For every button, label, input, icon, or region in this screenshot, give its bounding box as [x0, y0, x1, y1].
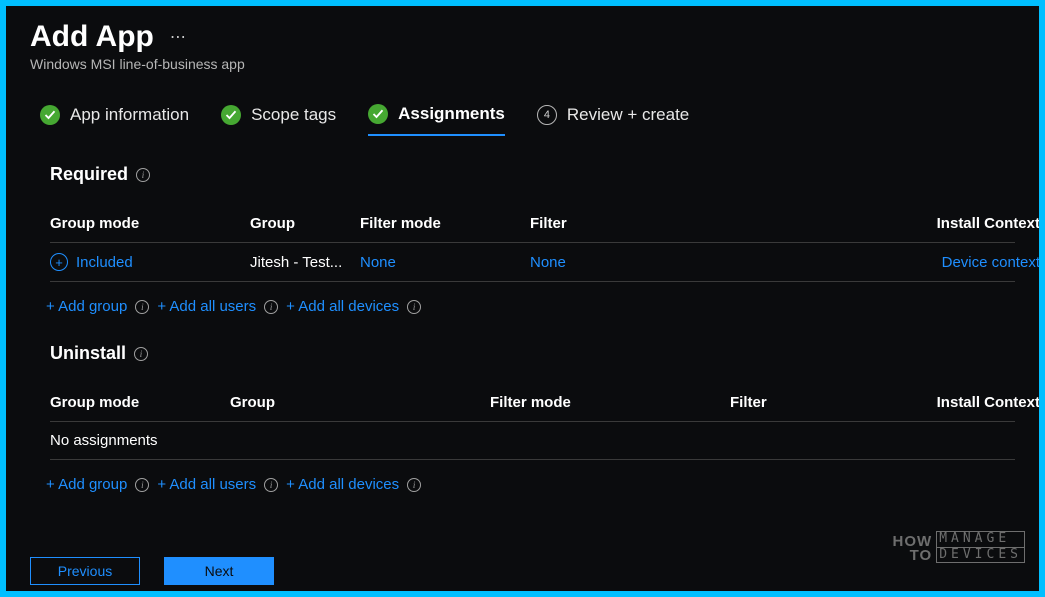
check-icon: [368, 104, 388, 124]
page-subtitle: Windows MSI line-of-business app: [30, 56, 1015, 72]
col-group-mode: Group mode: [50, 394, 230, 411]
section-title: Required: [50, 164, 128, 185]
add-all-users-link[interactable]: + Add all users: [157, 298, 256, 315]
check-icon: [221, 105, 241, 125]
watermark-howto: HOW TO: [893, 535, 933, 564]
add-app-panel: Add App ⋯ Windows MSI line-of-business a…: [6, 6, 1039, 591]
info-icon[interactable]: i: [135, 300, 149, 314]
cell-install-context[interactable]: Device context: [910, 254, 1039, 271]
col-filter: Filter: [730, 394, 910, 411]
col-filter-mode: Filter mode: [490, 394, 730, 411]
page-title: Add App: [30, 20, 154, 54]
stepper: App information Scope tags Assignments 4…: [40, 104, 1015, 136]
cell-group: Jitesh - Test...: [250, 254, 360, 271]
info-icon[interactable]: i: [135, 478, 149, 492]
cell-filter-mode[interactable]: None: [360, 254, 530, 271]
step-label: Assignments: [398, 104, 505, 124]
col-group-mode: Group mode: [50, 215, 250, 232]
section-title: Uninstall: [50, 343, 126, 364]
previous-button[interactable]: Previous: [30, 557, 140, 585]
header: Add App ⋯: [30, 20, 1015, 54]
required-table: Group mode Group Filter mode Filter Inst…: [50, 205, 1015, 282]
group-mode-label: Included: [76, 254, 133, 271]
step-app-information[interactable]: App information: [40, 104, 189, 136]
wm-manage: MANAGE: [936, 531, 1025, 546]
uninstall-table: Group mode Group Filter mode Filter Inst…: [50, 384, 1015, 422]
info-icon[interactable]: i: [264, 478, 278, 492]
table-row[interactable]: + Included Jitesh - Test... None None De…: [50, 243, 1015, 282]
required-add-links: + Add group i + Add all users i + Add al…: [46, 298, 1015, 315]
col-filter: Filter: [530, 215, 910, 232]
add-all-devices-link[interactable]: + Add all devices: [286, 298, 399, 315]
footer: Previous Next: [30, 557, 274, 585]
watermark: HOW TO MANAGE DEVICES: [893, 531, 1025, 563]
col-group: Group: [250, 215, 360, 232]
table-header: Group mode Group Filter mode Filter Inst…: [50, 384, 1015, 422]
cell-filter[interactable]: None: [530, 254, 910, 271]
col-filter-mode: Filter mode: [360, 215, 530, 232]
add-all-devices-link[interactable]: + Add all devices: [286, 476, 399, 493]
watermark-box: MANAGE DEVICES: [936, 531, 1025, 563]
add-all-users-link[interactable]: + Add all users: [157, 476, 256, 493]
step-label: App information: [70, 105, 189, 125]
step-scope-tags[interactable]: Scope tags: [221, 104, 336, 136]
more-icon[interactable]: ⋯: [170, 27, 188, 47]
next-button[interactable]: Next: [164, 557, 274, 585]
add-group-link[interactable]: + Add group: [46, 298, 127, 315]
info-icon[interactable]: i: [407, 300, 421, 314]
col-group: Group: [230, 394, 490, 411]
uninstall-add-links: + Add group i + Add all users i + Add al…: [46, 476, 1015, 493]
no-assignments-text: No assignments: [50, 422, 1015, 460]
wm-devices: DEVICES: [936, 547, 1025, 563]
add-group-link[interactable]: + Add group: [46, 476, 127, 493]
info-icon[interactable]: i: [136, 168, 150, 182]
cell-group-mode[interactable]: + Included: [50, 253, 250, 271]
step-assignments[interactable]: Assignments: [368, 104, 505, 136]
step-label: Review + create: [567, 105, 689, 125]
table-header: Group mode Group Filter mode Filter Inst…: [50, 205, 1015, 243]
check-icon: [40, 105, 60, 125]
col-install-context: Install Context: [910, 215, 1039, 232]
col-install-context: Install Context: [910, 394, 1039, 411]
info-icon[interactable]: i: [407, 478, 421, 492]
info-icon[interactable]: i: [264, 300, 278, 314]
step-number-icon: 4: [537, 105, 557, 125]
step-review-create[interactable]: 4 Review + create: [537, 104, 689, 136]
plus-circle-icon: +: [50, 253, 68, 271]
wm-to: TO: [893, 549, 933, 563]
section-required-header: Required i: [50, 164, 1015, 185]
section-uninstall-header: Uninstall i: [50, 343, 1015, 364]
step-label: Scope tags: [251, 105, 336, 125]
info-icon[interactable]: i: [134, 347, 148, 361]
